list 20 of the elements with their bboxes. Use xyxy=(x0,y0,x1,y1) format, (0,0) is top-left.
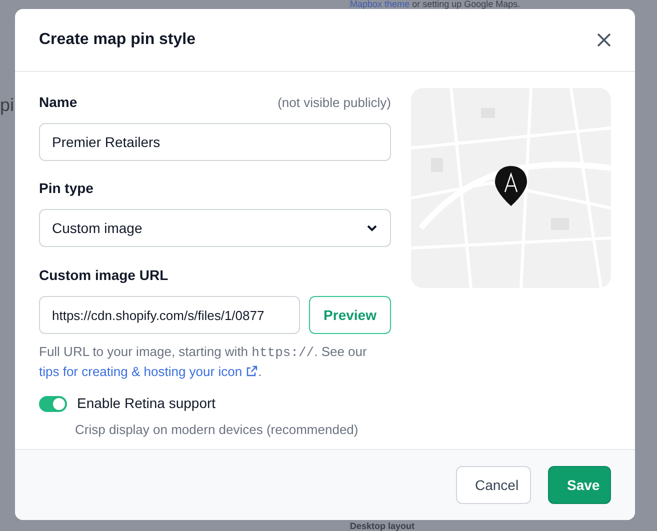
url-input[interactable]: https://cdn.shopify.com/s/files/1/0877 xyxy=(39,296,300,334)
section-label: Desktop layout xyxy=(350,521,415,531)
field-label: Pin type xyxy=(39,179,94,198)
section-heading: pi xyxy=(0,94,14,117)
field-hint: (not visible publicly) xyxy=(278,94,391,112)
pin-type-select[interactable]: Custom image xyxy=(39,209,391,247)
field-label: Custom image URL xyxy=(39,266,170,285)
external-link-icon xyxy=(246,365,258,377)
close-button[interactable] xyxy=(597,33,611,47)
help-text: Mapbox theme or setting up Google Maps. xyxy=(350,0,520,9)
close-icon xyxy=(597,33,611,47)
help-text: Full URL to your image, starting with https://. See our tips for creating & hosting your icon . xyxy=(39,343,368,381)
dialog-title: Create map pin style xyxy=(39,30,196,50)
name-input[interactable]: Premier Retailers xyxy=(39,123,391,161)
retina-toggle[interactable] xyxy=(39,396,67,412)
cancel-button[interactable]: Cancel xyxy=(456,466,531,504)
tips-link[interactable]: tips for creating & hosting your icon xyxy=(39,364,258,379)
toggle-label: Enable Retina support xyxy=(77,394,216,413)
toggle-description: Crisp display on modern devices (recommended) xyxy=(75,421,360,439)
field-label: Name xyxy=(39,93,78,112)
